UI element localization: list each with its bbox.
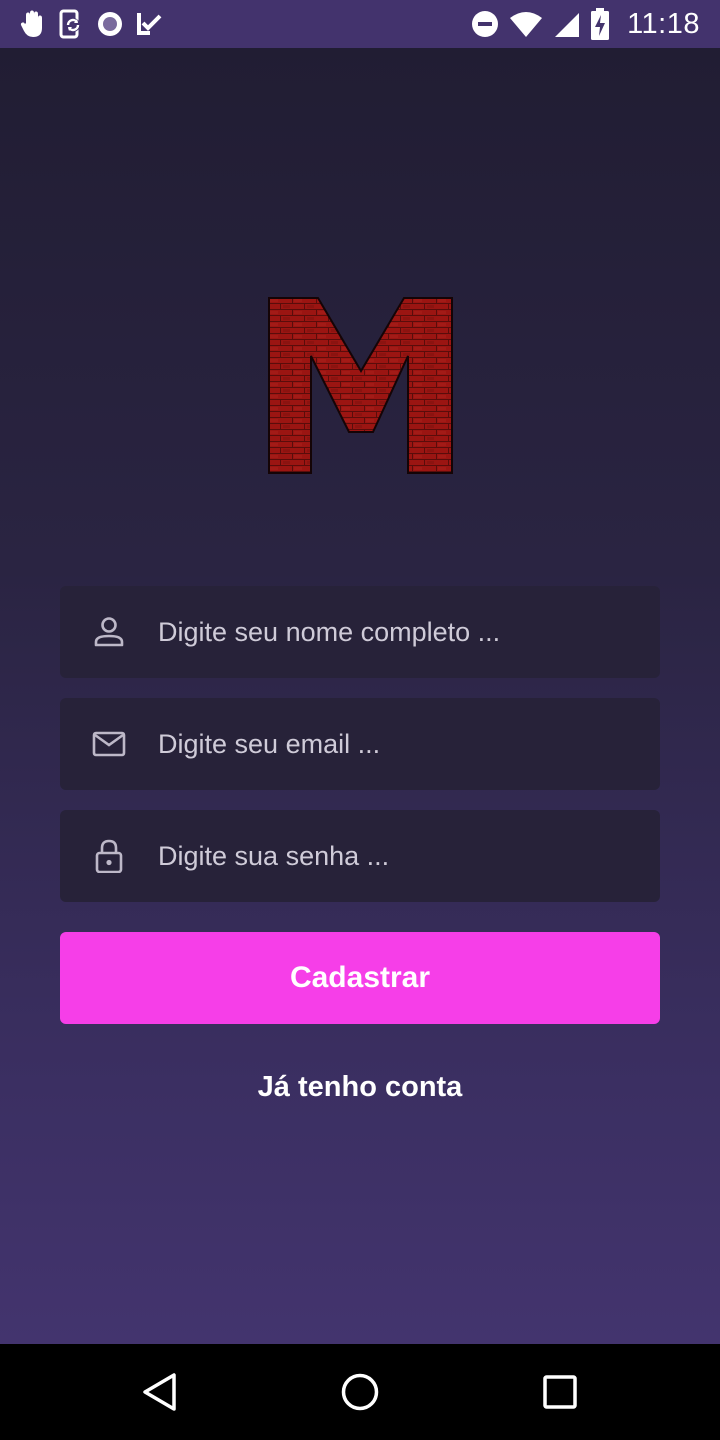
signal-icon (555, 13, 580, 37)
hand-icon (20, 10, 42, 37)
already-have-account-link[interactable]: Já tenho conta (0, 1062, 720, 1112)
register-button[interactable]: Cadastrar (60, 932, 660, 1024)
user-icon (94, 617, 124, 647)
sync-phone-icon (59, 9, 80, 39)
email-field[interactable]: Digite seu email ... (60, 698, 660, 790)
status-bar: 11:18 (0, 0, 720, 48)
home-icon[interactable] (338, 1370, 382, 1414)
email-input[interactable]: Digite seu email ... (158, 698, 380, 790)
battery-charging-icon (591, 8, 610, 40)
check-icon (137, 13, 162, 35)
screen: 11:18 Digite seu nome completo ... Digit… (0, 0, 720, 1440)
app-content: Digite seu nome completo ... Digite seu … (0, 48, 720, 1344)
record-icon (98, 12, 122, 36)
recents-icon[interactable] (538, 1370, 582, 1414)
wifi-icon (510, 12, 543, 37)
status-left-icons (20, 8, 162, 40)
name-field[interactable]: Digite seu nome completo ... (60, 586, 660, 678)
back-icon[interactable] (138, 1370, 182, 1414)
dnd-icon (472, 11, 499, 37)
password-input[interactable]: Digite sua senha ... (158, 810, 389, 902)
password-field[interactable]: Digite sua senha ... (60, 810, 660, 902)
name-input[interactable]: Digite seu nome completo ... (158, 586, 500, 678)
navigation-bar (0, 1344, 720, 1440)
lock-icon (95, 839, 123, 873)
brick-m-logo-icon (268, 297, 453, 474)
status-right-icons: 11:18 (471, 6, 700, 42)
status-time: 11:18 (627, 7, 700, 40)
mail-icon (92, 731, 126, 757)
